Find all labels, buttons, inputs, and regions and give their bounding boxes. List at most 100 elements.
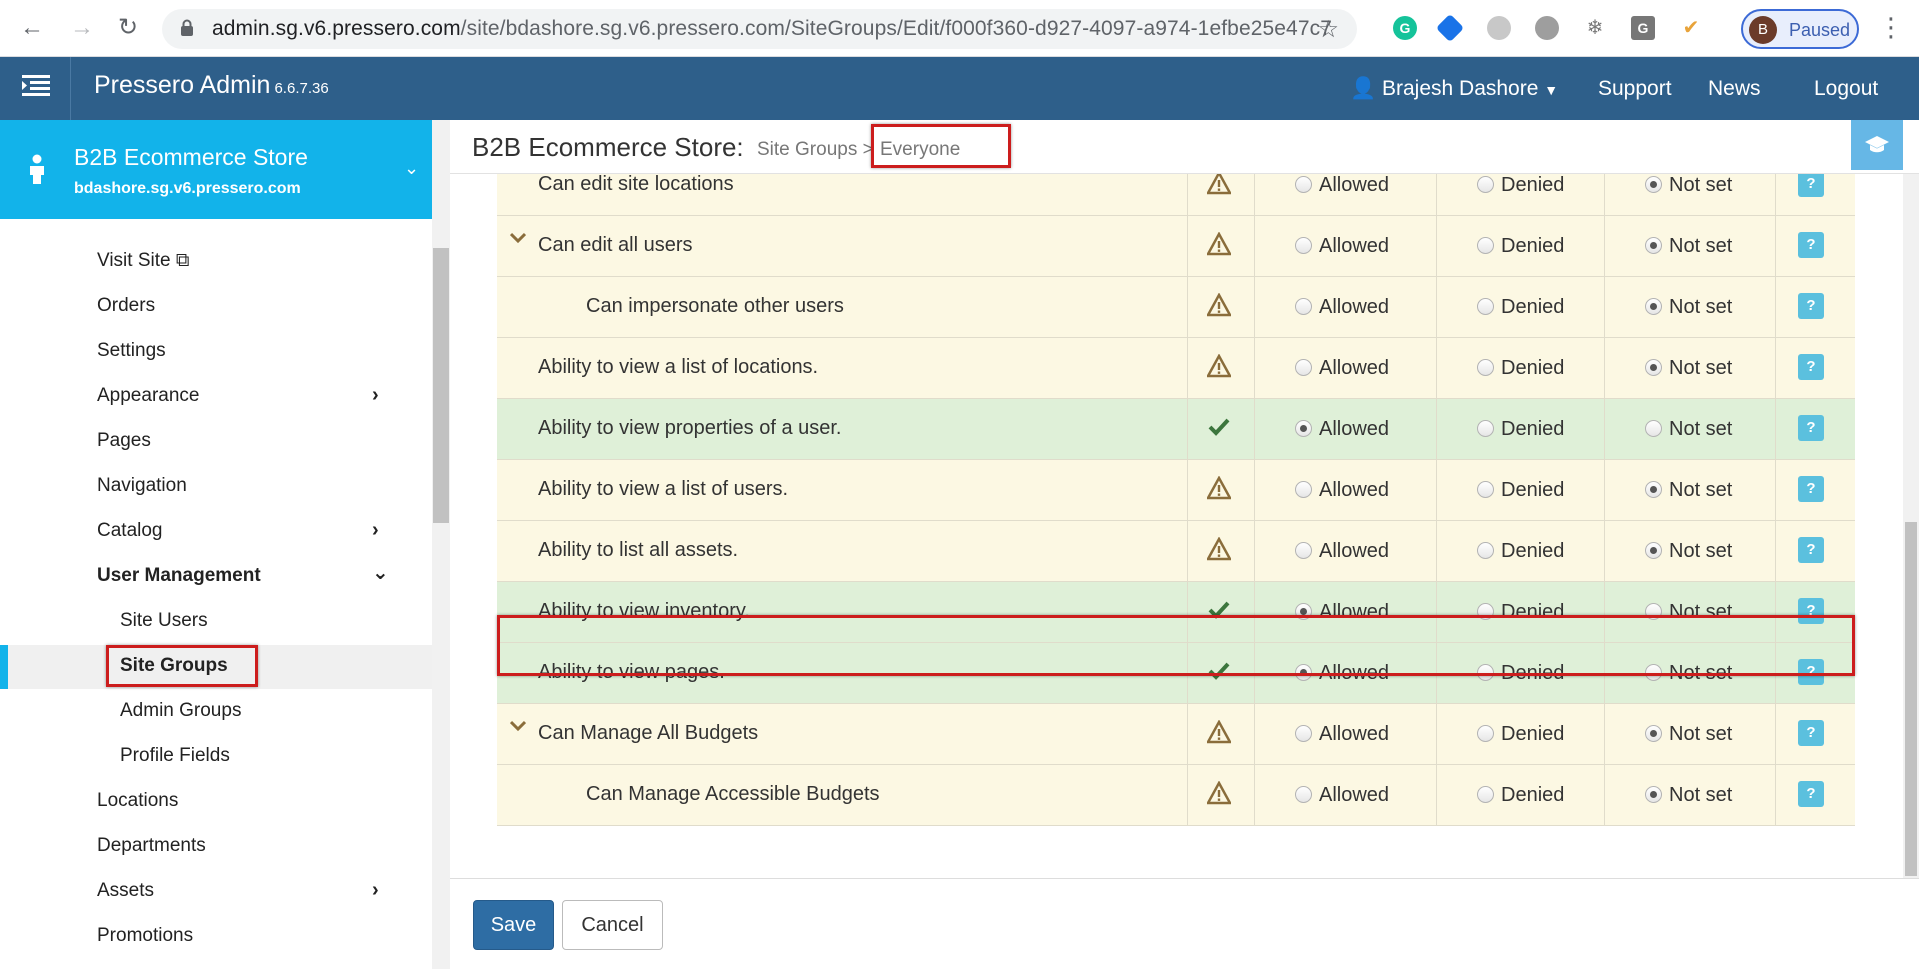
radio-denied[interactable] bbox=[1477, 298, 1494, 315]
snowflake-extension-icon[interactable]: ❄ bbox=[1583, 16, 1607, 40]
sidebar-item-settings[interactable]: Settings bbox=[97, 340, 166, 362]
store-selector[interactable]: B2B Ecommerce Store bdashore.sg.v6.press… bbox=[0, 120, 432, 219]
radio-label-allowed[interactable]: Allowed bbox=[1319, 540, 1389, 563]
sidebar-item-site-users[interactable]: Site Users bbox=[120, 610, 208, 632]
chevron-right-icon[interactable]: › bbox=[372, 519, 379, 542]
radio-label-denied[interactable]: Denied bbox=[1501, 723, 1564, 746]
radio-label-allowed[interactable]: Allowed bbox=[1319, 479, 1389, 502]
sidebar-scrollbar[interactable] bbox=[432, 120, 450, 969]
radio-label-allowed[interactable]: Allowed bbox=[1319, 357, 1389, 380]
sidebar-item-departments[interactable]: Departments bbox=[97, 835, 206, 857]
sidebar-item-assets[interactable]: Assets bbox=[97, 880, 154, 902]
nav-support[interactable]: Support bbox=[1598, 77, 1672, 101]
radio-denied[interactable] bbox=[1477, 725, 1494, 742]
radio-allowed[interactable] bbox=[1295, 237, 1312, 254]
nav-logout[interactable]: Logout bbox=[1814, 77, 1878, 101]
radio-label-notset[interactable]: Not set bbox=[1669, 235, 1732, 258]
help-guide-button[interactable] bbox=[1851, 120, 1903, 170]
radio-label-denied[interactable]: Denied bbox=[1501, 235, 1564, 258]
help-button[interactable]: ? bbox=[1798, 720, 1824, 746]
radio-label-allowed[interactable]: Allowed bbox=[1319, 784, 1389, 807]
speech-bubble-extension-icon[interactable] bbox=[1535, 16, 1559, 40]
chevron-right-icon[interactable]: › bbox=[372, 879, 379, 902]
radio-notset[interactable] bbox=[1645, 481, 1662, 498]
radio-label-denied[interactable]: Denied bbox=[1501, 479, 1564, 502]
radio-notset[interactable] bbox=[1645, 359, 1662, 376]
radio-denied[interactable] bbox=[1477, 786, 1494, 803]
radio-notset[interactable] bbox=[1645, 298, 1662, 315]
content-scrollbar[interactable] bbox=[1903, 174, 1919, 878]
help-button[interactable]: ? bbox=[1798, 415, 1824, 441]
radio-allowed[interactable] bbox=[1295, 176, 1312, 193]
radio-denied[interactable] bbox=[1477, 176, 1494, 193]
radio-denied[interactable] bbox=[1477, 237, 1494, 254]
radio-allowed[interactable] bbox=[1295, 420, 1312, 437]
radio-label-denied[interactable]: Denied bbox=[1501, 418, 1564, 441]
help-button[interactable]: ? bbox=[1798, 293, 1824, 319]
sidebar-item-user-management[interactable]: User Management bbox=[97, 565, 261, 587]
radio-notset[interactable] bbox=[1645, 542, 1662, 559]
radio-label-denied[interactable]: Denied bbox=[1501, 540, 1564, 563]
radio-allowed[interactable] bbox=[1295, 481, 1312, 498]
reload-icon[interactable]: ↻ bbox=[114, 14, 142, 42]
content-scroll-thumb[interactable] bbox=[1905, 522, 1917, 876]
radio-label-notset[interactable]: Not set bbox=[1669, 174, 1732, 197]
more-menu-icon[interactable]: ⋮ bbox=[1878, 12, 1904, 43]
app-brand[interactable]: Pressero Admin 6.6.7.36 bbox=[94, 71, 329, 100]
help-button[interactable]: ? bbox=[1798, 232, 1824, 258]
sidebar-scroll-thumb[interactable] bbox=[433, 248, 449, 523]
radio-label-notset[interactable]: Not set bbox=[1669, 418, 1732, 441]
sidebar-item-visit-site[interactable]: Visit Site ⧉ bbox=[97, 250, 189, 272]
radio-notset[interactable] bbox=[1645, 786, 1662, 803]
radio-label-denied[interactable]: Denied bbox=[1501, 296, 1564, 319]
radio-label-allowed[interactable]: Allowed bbox=[1319, 296, 1389, 319]
profile-button[interactable]: B Paused bbox=[1741, 9, 1859, 49]
radio-denied[interactable] bbox=[1477, 420, 1494, 437]
radio-label-allowed[interactable]: Allowed bbox=[1319, 418, 1389, 441]
expand-chevron-icon[interactable] bbox=[510, 232, 526, 244]
radio-allowed[interactable] bbox=[1295, 298, 1312, 315]
sidebar-item-profile-fields[interactable]: Profile Fields bbox=[120, 745, 230, 767]
address-bar[interactable]: admin.sg.v6.pressero.com/site/bdashore.s… bbox=[162, 9, 1357, 49]
save-button[interactable]: Save bbox=[473, 900, 554, 950]
radio-label-allowed[interactable]: Allowed bbox=[1319, 174, 1389, 197]
radio-denied[interactable] bbox=[1477, 542, 1494, 559]
g-extension-icon[interactable]: G bbox=[1631, 16, 1655, 40]
radio-label-denied[interactable]: Denied bbox=[1501, 784, 1564, 807]
radio-label-notset[interactable]: Not set bbox=[1669, 479, 1732, 502]
help-button[interactable]: ? bbox=[1798, 781, 1824, 807]
radio-label-denied[interactable]: Denied bbox=[1501, 357, 1564, 380]
sidebar-item-appearance[interactable]: Appearance bbox=[97, 385, 199, 407]
radio-notset[interactable] bbox=[1645, 420, 1662, 437]
sidebar-item-navigation[interactable]: Navigation bbox=[97, 475, 187, 497]
expand-chevron-icon[interactable] bbox=[510, 720, 526, 732]
radio-allowed[interactable] bbox=[1295, 359, 1312, 376]
radio-label-allowed[interactable]: Allowed bbox=[1319, 723, 1389, 746]
sidebar-item-orders[interactable]: Orders bbox=[97, 295, 155, 317]
sidebar-item-promotions[interactable]: Promotions bbox=[97, 925, 193, 947]
forward-arrow-icon[interactable]: → bbox=[68, 14, 96, 42]
cancel-button[interactable]: Cancel bbox=[562, 900, 663, 950]
checkmark-extension-icon[interactable] bbox=[1435, 13, 1465, 43]
bookmark-star-icon[interactable]: ☆ bbox=[1317, 15, 1339, 44]
sidebar-item-pages[interactable]: Pages bbox=[97, 430, 151, 452]
help-button[interactable]: ? bbox=[1798, 476, 1824, 502]
chevron-down-icon[interactable]: ⌄ bbox=[372, 560, 389, 585]
radio-label-notset[interactable]: Not set bbox=[1669, 723, 1732, 746]
nav-news[interactable]: News bbox=[1708, 77, 1761, 101]
radio-label-notset[interactable]: Not set bbox=[1669, 357, 1732, 380]
radio-allowed[interactable] bbox=[1295, 786, 1312, 803]
help-button[interactable]: ? bbox=[1798, 537, 1824, 563]
radio-label-notset[interactable]: Not set bbox=[1669, 296, 1732, 319]
radio-label-allowed[interactable]: Allowed bbox=[1319, 235, 1389, 258]
radio-allowed[interactable] bbox=[1295, 725, 1312, 742]
breadcrumb-site-groups[interactable]: Site Groups > bbox=[757, 139, 874, 161]
sidebar-toggle-icon[interactable] bbox=[22, 75, 50, 97]
breadcrumb-link[interactable]: Site Groups bbox=[757, 139, 857, 160]
radio-label-notset[interactable]: Not set bbox=[1669, 540, 1732, 563]
back-arrow-icon[interactable]: ← bbox=[18, 14, 46, 42]
radio-label-notset[interactable]: Not set bbox=[1669, 784, 1732, 807]
radio-allowed[interactable] bbox=[1295, 542, 1312, 559]
radio-label-denied[interactable]: Denied bbox=[1501, 174, 1564, 197]
radio-denied[interactable] bbox=[1477, 481, 1494, 498]
